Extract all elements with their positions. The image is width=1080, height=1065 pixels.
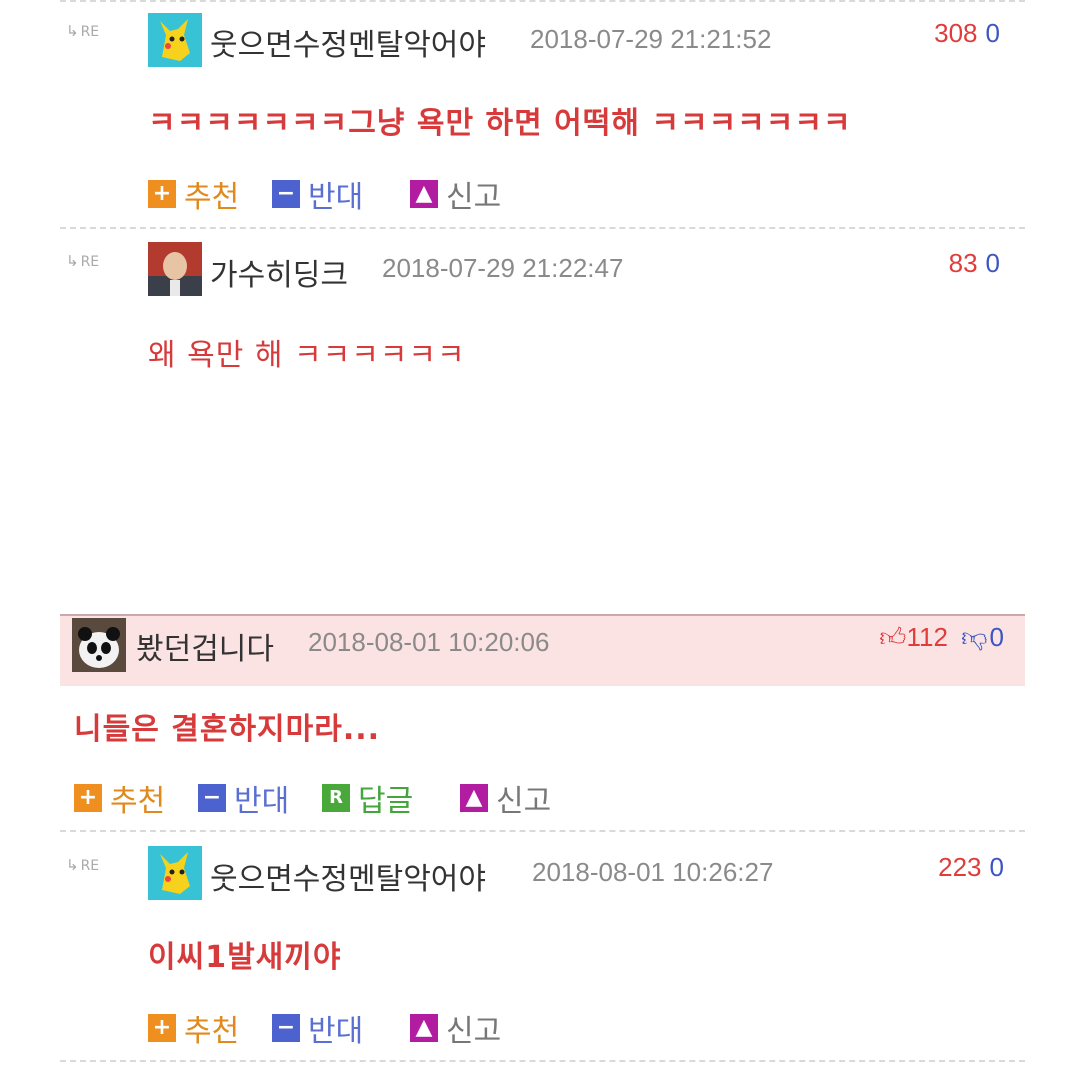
plus-icon: +: [148, 180, 176, 208]
plus-icon: +: [74, 784, 102, 812]
comment-date: 2018-08-01 10:20:06: [308, 627, 550, 657]
minus-icon: −: [272, 180, 300, 208]
comment-date: 2018-07-29 21:21:52: [530, 24, 772, 54]
upvote-count: 223: [938, 852, 982, 882]
recommend-button[interactable]: + 추천: [74, 776, 165, 820]
comment-text: 이씨1발새끼야: [148, 940, 342, 975]
upvote-count: 83: [948, 248, 978, 278]
reply-label: RE: [80, 858, 100, 874]
comment-score: 223 0: [938, 852, 1004, 883]
downvote-count: 0: [989, 852, 1004, 882]
comment-author[interactable]: 봤던겁니다: [136, 624, 274, 668]
reply-arrow-icon: ↳: [66, 22, 79, 40]
report-button[interactable]: ▲ 신고: [460, 776, 551, 820]
avatar-pikachu[interactable]: [148, 846, 202, 900]
oppose-button[interactable]: − 반대: [272, 1006, 363, 1050]
reply-indicator: ↳ RE: [66, 22, 99, 40]
reply-arrow-icon: ↳: [66, 856, 79, 874]
comment-author[interactable]: 웃으면수정멘탈악어야: [210, 20, 486, 64]
recommend-button[interactable]: + 추천: [148, 172, 239, 216]
divider: [60, 830, 1025, 832]
comment-text: 니들은 결혼하지마라...: [74, 712, 381, 747]
minus-icon: −: [198, 784, 226, 812]
comment-date: 2018-08-01 10:26:27: [532, 857, 774, 887]
reply-r-icon: R: [322, 784, 350, 812]
plus-icon: +: [148, 1014, 176, 1042]
downvote-count: 0: [985, 18, 1000, 48]
downvote-count: 0: [989, 622, 1004, 652]
comment-date: 2018-07-29 21:22:47: [382, 253, 624, 283]
report-button[interactable]: ▲ 신고: [410, 172, 501, 216]
reply-button[interactable]: R 답글: [322, 776, 413, 820]
siren-icon: ▲: [410, 180, 438, 208]
comment-text: ㅋㅋㅋㅋㅋㅋㅋ그냥 욕만 하면 어떡해 ㅋㅋㅋㅋㅋㅋㅋ: [148, 106, 852, 141]
divider: [60, 0, 1025, 2]
avatar-photo[interactable]: [148, 242, 202, 296]
report-button[interactable]: ▲ 신고: [410, 1006, 501, 1050]
comment-text: 왜 욕만 해 ㅋㅋㅋㅋㅋㅋ: [148, 338, 466, 373]
oppose-button[interactable]: − 반대: [272, 172, 363, 216]
recommend-button[interactable]: + 추천: [148, 1006, 239, 1050]
comment-author[interactable]: 웃으면수정멘탈악어야: [210, 854, 486, 898]
minus-icon: −: [272, 1014, 300, 1042]
thumbs-up-icon[interactable]: 👍︎: [879, 622, 906, 652]
avatar-pikachu[interactable]: [148, 13, 202, 67]
reply-label: RE: [80, 24, 100, 40]
oppose-button[interactable]: − 반대: [198, 776, 289, 820]
reply-indicator: ↳ RE: [66, 252, 99, 270]
divider: [60, 227, 1025, 229]
siren-icon: ▲: [460, 784, 488, 812]
avatar-panda[interactable]: [72, 618, 126, 672]
comment-author[interactable]: 가수히딩크: [210, 250, 348, 294]
comment-score: 308 0: [934, 18, 1000, 49]
reply-arrow-icon: ↳: [66, 252, 79, 270]
upvote-count: 308: [934, 18, 978, 48]
reply-label: RE: [80, 254, 100, 270]
upvote-count: 112: [906, 622, 948, 652]
siren-icon: ▲: [410, 1014, 438, 1042]
downvote-count: 0: [985, 248, 1000, 278]
reply-indicator: ↳ RE: [66, 856, 99, 874]
divider: [60, 1060, 1025, 1062]
thumbs-down-icon[interactable]: 👎︎: [961, 622, 987, 652]
comment-score: 👍︎112 👎︎0: [879, 622, 1004, 653]
comment-score: 83 0: [949, 248, 1000, 279]
